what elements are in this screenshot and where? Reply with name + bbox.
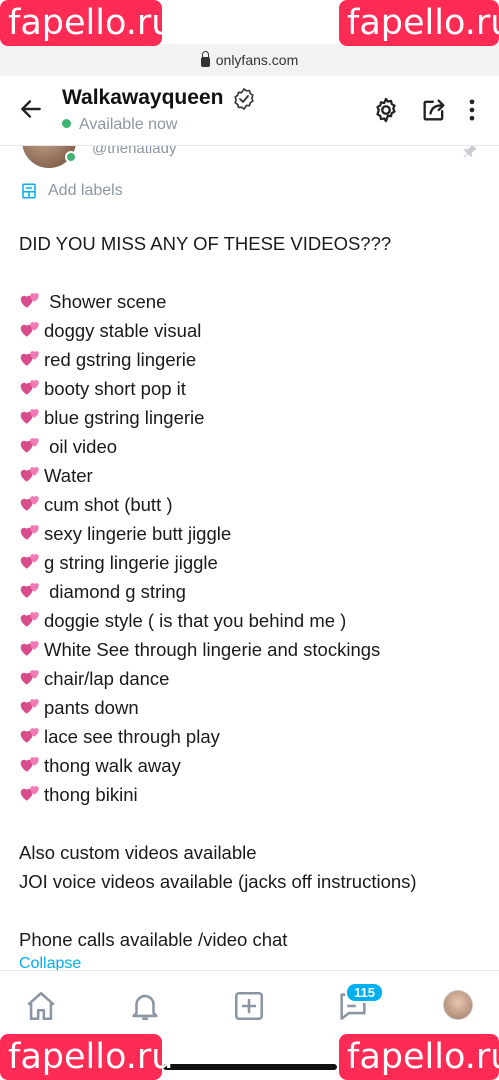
list-item: doggie style ( is that you behind me ) bbox=[19, 606, 489, 635]
list-item: cum shot (butt ) bbox=[19, 490, 489, 519]
two-hearts-icon bbox=[19, 782, 43, 804]
line-text: cum shot (butt ) bbox=[44, 494, 173, 515]
two-hearts-icon bbox=[19, 434, 43, 456]
line-text: White See through lingerie and stockings bbox=[44, 639, 381, 660]
url-text: onlyfans.com bbox=[215, 52, 299, 68]
online-status: Available now bbox=[62, 116, 177, 134]
text-line: DID YOU MISS ANY OF THESE VIDEOS??? bbox=[19, 229, 489, 258]
chat-title[interactable]: Walkawayqueen bbox=[62, 86, 223, 110]
two-hearts-icon bbox=[19, 608, 43, 630]
sender-strip: @thenatlady bbox=[0, 146, 499, 174]
online-dot bbox=[62, 119, 71, 128]
two-hearts-icon bbox=[19, 724, 43, 746]
pin-icon[interactable] bbox=[461, 146, 479, 160]
two-hearts-icon bbox=[19, 550, 43, 572]
message-body: DID YOU MISS ANY OF THESE VIDEOS??? Show… bbox=[19, 229, 489, 954]
line-text: Phone calls available /video chat bbox=[19, 929, 288, 950]
label-icon bbox=[22, 183, 36, 199]
list-item: sexy lingerie butt jiggle bbox=[19, 519, 489, 548]
plus-square-icon[interactable] bbox=[232, 989, 266, 1023]
line-text: chair/lap dance bbox=[44, 668, 170, 689]
line-text: doggie style ( is that you behind me ) bbox=[44, 610, 347, 631]
text-line bbox=[19, 896, 489, 925]
more-options-icon[interactable] bbox=[458, 96, 486, 124]
text-line bbox=[19, 258, 489, 287]
line-text: lace see through play bbox=[44, 726, 220, 747]
list-item: White See through lingerie and stockings bbox=[19, 635, 489, 664]
watermark-bottom-right: fapello.ru bbox=[339, 1034, 499, 1080]
line-text: blue gstring lingerie bbox=[44, 407, 205, 428]
profile-avatar[interactable] bbox=[443, 990, 473, 1020]
list-item: diamond g string bbox=[19, 577, 489, 606]
list-item: Water bbox=[19, 461, 489, 490]
two-hearts-icon bbox=[19, 289, 43, 311]
list-item: chair/lap dance bbox=[19, 664, 489, 693]
two-hearts-icon bbox=[19, 695, 43, 717]
list-item: pants down bbox=[19, 693, 489, 722]
home-indicator[interactable] bbox=[163, 1064, 337, 1070]
verified-badge-icon bbox=[234, 87, 254, 111]
messages-badge: 115 bbox=[345, 982, 384, 1003]
text-line bbox=[19, 809, 489, 838]
list-item: booty short pop it bbox=[19, 374, 489, 403]
watermark-top-right: fapello.ru bbox=[339, 0, 499, 46]
back-arrow-icon[interactable] bbox=[18, 96, 44, 122]
line-text: Shower scene bbox=[44, 291, 167, 312]
line-text: thong walk away bbox=[44, 755, 181, 776]
share-icon[interactable] bbox=[420, 96, 448, 124]
two-hearts-icon bbox=[19, 579, 43, 601]
two-hearts-icon bbox=[19, 347, 43, 369]
line-text: oil video bbox=[44, 436, 118, 457]
chat-header: Walkawayqueen Available now bbox=[0, 76, 499, 146]
gear-icon[interactable] bbox=[372, 96, 400, 124]
text-line: Also custom videos available bbox=[19, 838, 489, 867]
lock-icon bbox=[200, 51, 210, 67]
watermark-top-left: fapello.ru bbox=[0, 0, 173, 46]
list-item: blue gstring lingerie bbox=[19, 403, 489, 432]
line-text: JOI voice videos available (jacks off in… bbox=[19, 871, 417, 892]
line-text: pants down bbox=[44, 697, 139, 718]
line-text: DID YOU MISS ANY OF THESE VIDEOS??? bbox=[19, 233, 392, 254]
list-item: doggy stable visual bbox=[19, 316, 489, 345]
list-item: thong bikini bbox=[19, 780, 489, 809]
list-item: red gstring lingerie bbox=[19, 345, 489, 374]
text-line: JOI voice videos available (jacks off in… bbox=[19, 867, 489, 896]
line-text: g string lingerie jiggle bbox=[44, 552, 218, 573]
line-text: Also custom videos available bbox=[19, 842, 257, 863]
home-icon[interactable] bbox=[24, 989, 58, 1023]
list-item: g string lingerie jiggle bbox=[19, 548, 489, 577]
add-labels-text: Add labels bbox=[48, 182, 123, 199]
two-hearts-icon bbox=[19, 318, 43, 340]
two-hearts-icon bbox=[19, 463, 43, 485]
watermark-bottom-left: fapello.ru bbox=[0, 1034, 173, 1080]
line-text: diamond g string bbox=[44, 581, 186, 602]
sender-handle: @thenatlady bbox=[92, 146, 177, 157]
line-text: booty short pop it bbox=[44, 378, 186, 399]
two-hearts-icon bbox=[19, 753, 43, 775]
list-item: lace see through play bbox=[19, 722, 489, 751]
two-hearts-icon bbox=[19, 376, 43, 398]
two-hearts-icon bbox=[19, 637, 43, 659]
add-labels-button[interactable]: Add labels bbox=[20, 182, 123, 200]
two-hearts-icon bbox=[19, 405, 43, 427]
list-item: Shower scene bbox=[19, 287, 489, 316]
sender-online-dot bbox=[65, 151, 77, 163]
line-text: doggy stable visual bbox=[44, 320, 202, 341]
line-text: sexy lingerie butt jiggle bbox=[44, 523, 232, 544]
bottom-nav bbox=[0, 970, 499, 1034]
two-hearts-icon bbox=[19, 521, 43, 543]
browser-url-bar[interactable]: onlyfans.com bbox=[0, 44, 499, 76]
line-text: thong bikini bbox=[44, 784, 138, 805]
text-line: Phone calls available /video chat bbox=[19, 925, 489, 954]
list-item: oil video bbox=[19, 432, 489, 461]
status-text: Available now bbox=[79, 116, 178, 133]
bell-icon[interactable] bbox=[128, 989, 162, 1023]
line-text: red gstring lingerie bbox=[44, 349, 197, 370]
two-hearts-icon bbox=[19, 666, 43, 688]
list-item: thong walk away bbox=[19, 751, 489, 780]
line-text: Water bbox=[44, 465, 93, 486]
two-hearts-icon bbox=[19, 492, 43, 514]
